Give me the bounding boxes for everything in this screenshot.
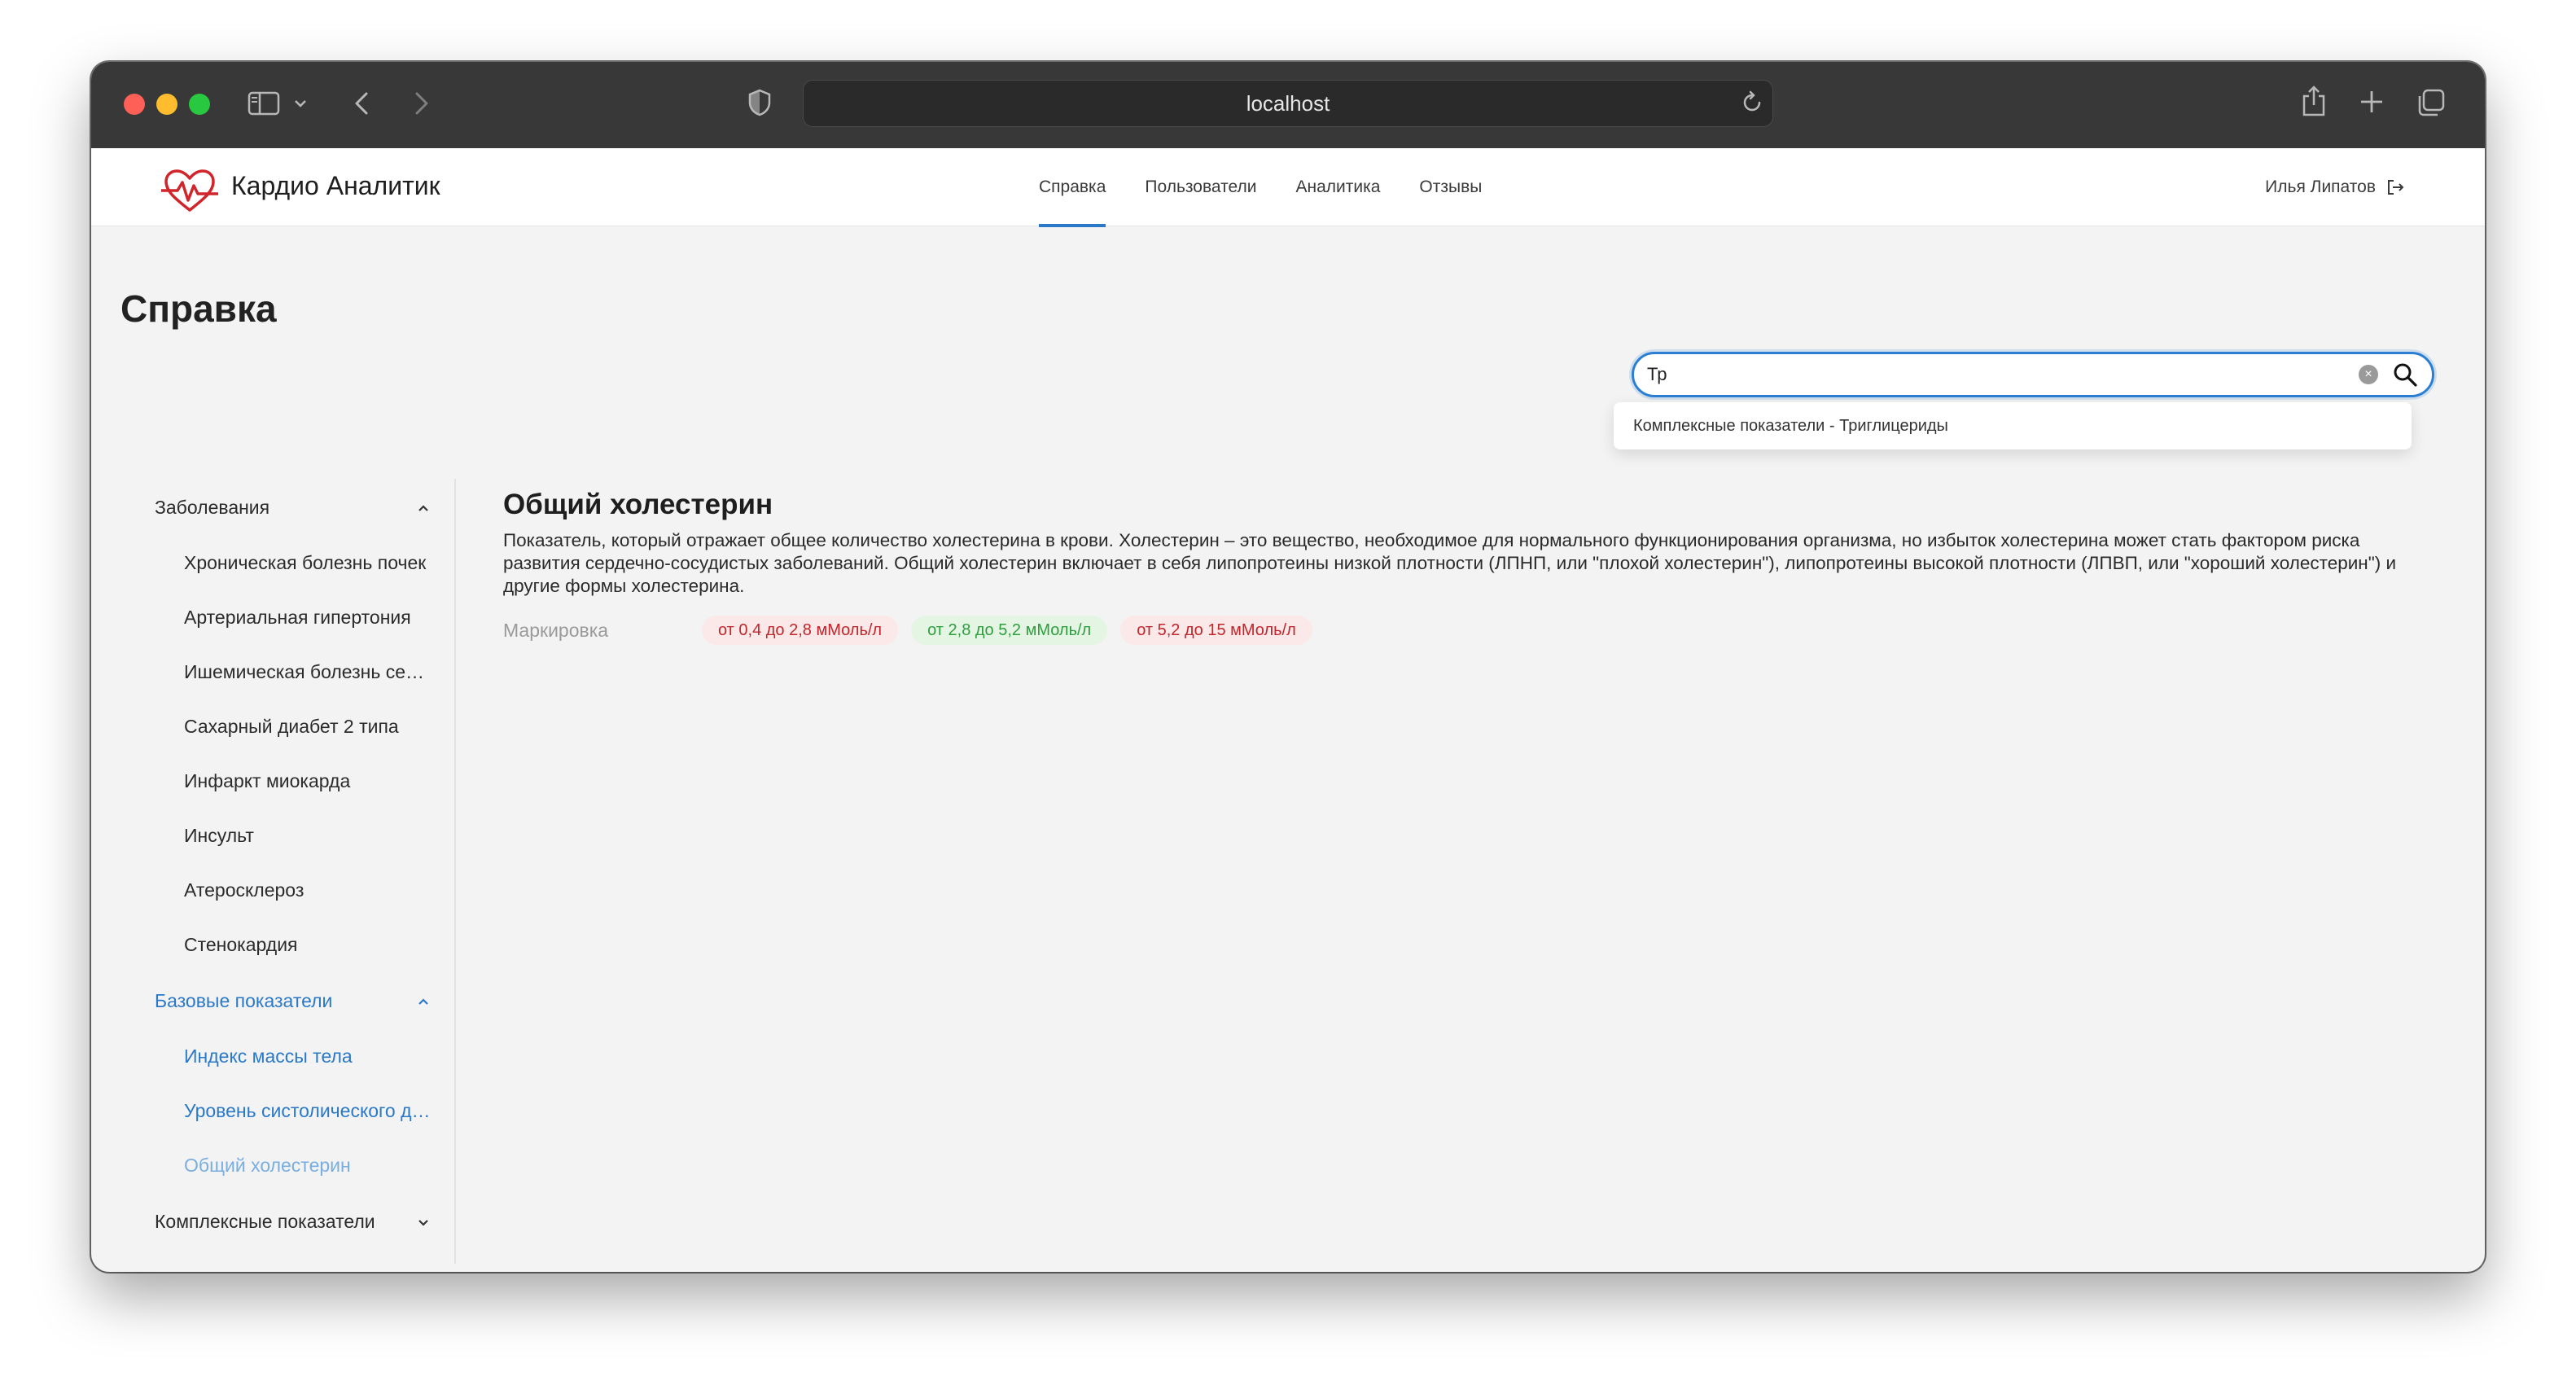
mark-tag-low: от 0,4 до 2,8 мМоль/л	[702, 616, 899, 645]
sidebar-group-diseases[interactable]: Заболевания	[120, 479, 454, 536]
search-box: ×	[1632, 352, 2434, 397]
sidebar-group-label: Комплексные показатели	[155, 1211, 375, 1232]
marks-label: Маркировка	[503, 619, 609, 641]
sidebar-item-total-cholesterol[interactable]: Общий холестерин	[120, 1138, 454, 1193]
chevron-down-icon	[418, 1220, 428, 1226]
sidebar-item-infarction[interactable]: Инфаркт миокарда	[120, 754, 454, 809]
search-suggestion-item[interactable]: Комплексные показатели - Триглицериды	[1633, 402, 1948, 449]
sidebar-item-systolic-pressure[interactable]: Уровень систолического давления	[120, 1084, 454, 1138]
sidebar-item-bmi[interactable]: Индекс массы тела	[120, 1029, 454, 1084]
mark-tag-normal: от 2,8 до 5,2 мМоль/л	[911, 616, 1108, 645]
sidebar-group-label: Базовые показатели	[155, 990, 333, 1011]
main-nav: Справка Пользователи Аналитика Отзывы	[1039, 148, 1482, 227]
sidebar-group-label: Заболевания	[155, 497, 270, 518]
forward-arrow-icon[interactable]	[409, 90, 433, 117]
sidebar-group-basic-indicators[interactable]: Базовые показатели	[120, 972, 454, 1029]
clear-search-button[interactable]: ×	[2359, 365, 2378, 384]
article: Общий холестерин Показатель, который отр…	[503, 489, 2441, 645]
sidebar-item-ischemia[interactable]: Ишемическая болезнь сердца	[120, 645, 454, 699]
close-window-button[interactable]	[124, 94, 145, 115]
article-description: Показатель, который отражает общее колич…	[503, 530, 2397, 596]
zoom-window-button[interactable]	[189, 94, 210, 115]
sidebar-item-angina[interactable]: Стенокардия	[120, 918, 454, 972]
sidebar: Заболевания Хроническая болезнь почек Ар…	[120, 479, 456, 1264]
app-header: Кардио Аналитик Справка Пользователи Ана…	[91, 148, 2485, 227]
sidebar-group-complex-indicators[interactable]: Комплексные показатели	[120, 1193, 454, 1250]
sidebar-item-atherosclerosis[interactable]: Атеросклероз	[120, 863, 454, 918]
search-icon[interactable]	[2391, 361, 2419, 388]
nav-users[interactable]: Пользователи	[1145, 148, 1256, 226]
reload-icon[interactable]	[1739, 90, 1765, 116]
minimize-window-button[interactable]	[156, 94, 177, 115]
sidebar-item-diabetes[interactable]: Сахарный диабет 2 типа	[120, 699, 454, 754]
nav-analytics[interactable]: Аналитика	[1295, 148, 1380, 226]
marks-row: Маркировка от 0,4 до 2,8 мМоль/л от 2,8 …	[503, 616, 2441, 645]
chevron-down-icon[interactable]	[291, 94, 309, 112]
address-bar[interactable]: localhost	[803, 80, 1773, 127]
user-name: Илья Липатов	[2265, 178, 2376, 196]
chevron-up-icon	[418, 505, 428, 511]
article-title: Общий холестерин	[503, 489, 773, 520]
share-icon[interactable]	[2301, 85, 2327, 117]
chevron-up-icon	[418, 998, 428, 1005]
search-suggestions: Комплексные показатели - Триглицериды	[1614, 402, 2412, 449]
page-title: Справка	[120, 287, 277, 330]
user-menu[interactable]: Илья Липатов	[2265, 148, 2405, 226]
logout-icon[interactable]	[2385, 178, 2405, 197]
browser-toolbar: localhost	[91, 62, 2485, 148]
sidebar-item-hypertension[interactable]: Артериальная гипертония	[120, 590, 454, 645]
sidebar-toggle-icon[interactable]	[248, 90, 280, 116]
sidebar-item-stroke[interactable]: Инсульт	[120, 809, 454, 863]
new-tab-icon[interactable]	[2358, 88, 2385, 116]
nav-reviews[interactable]: Отзывы	[1419, 148, 1482, 226]
privacy-shield-icon[interactable]	[747, 88, 772, 117]
search-input[interactable]	[1647, 354, 2347, 395]
back-arrow-icon[interactable]	[350, 90, 375, 117]
heart-pulse-logo-icon[interactable]	[161, 168, 218, 213]
nav-help[interactable]: Справка	[1039, 148, 1106, 227]
mark-tag-high: от 5,2 до 15 мМоль/л	[1120, 616, 1312, 645]
browser-window: localhost Кардио Аналитик Справка Пользо	[91, 62, 2485, 1272]
brand-name[interactable]: Кардио Аналитик	[231, 171, 440, 201]
sidebar-item-kidney[interactable]: Хроническая болезнь почек	[120, 536, 454, 590]
tab-overview-icon[interactable]	[2416, 88, 2446, 117]
